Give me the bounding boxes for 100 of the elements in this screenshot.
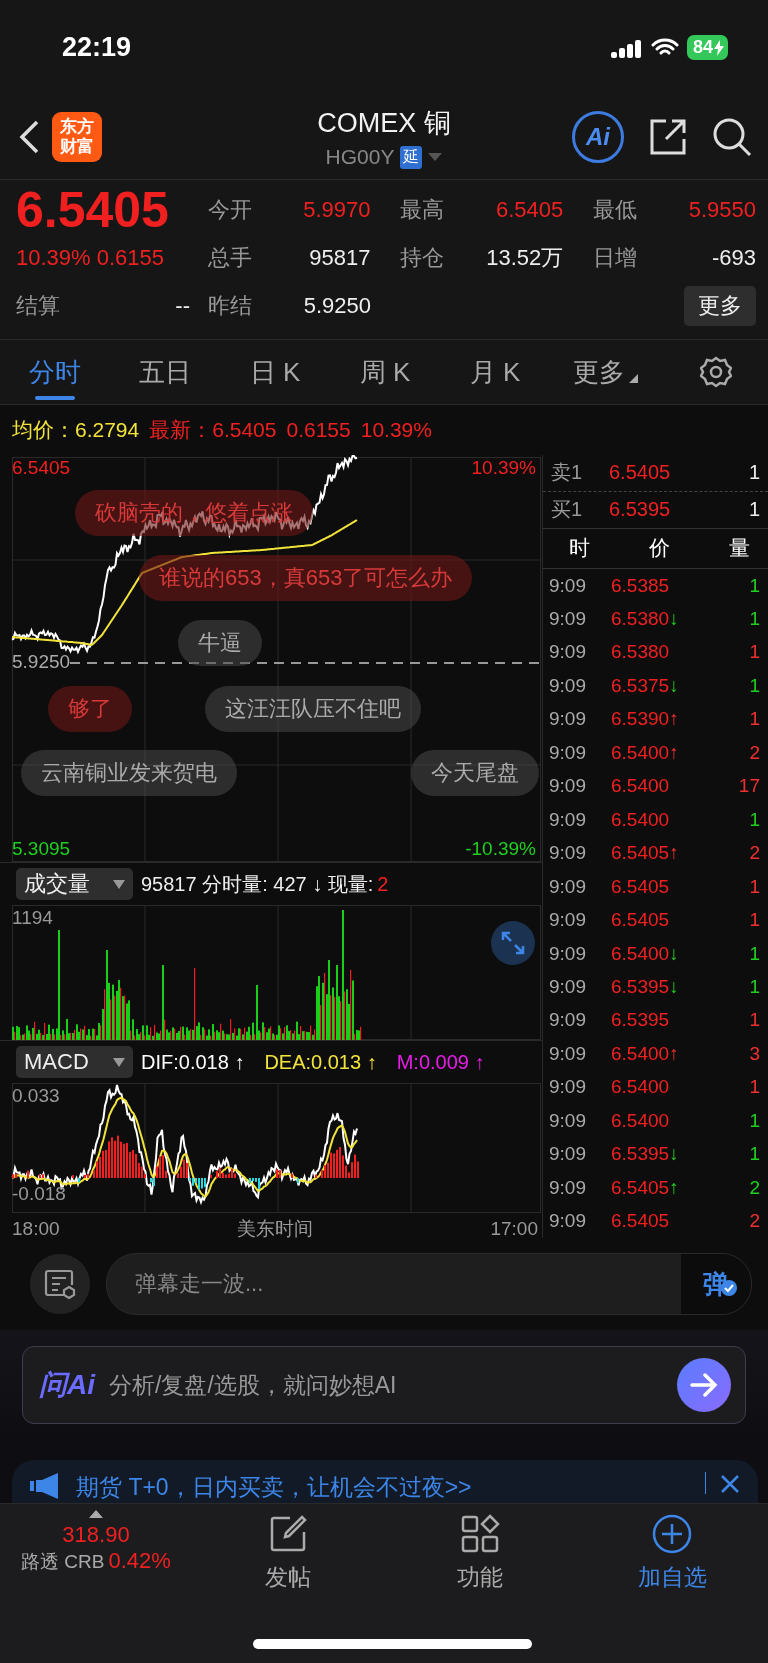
axis-label: 17:00 — [490, 1217, 538, 1240]
book-price: 6.5405 — [609, 461, 671, 485]
trade-price: 6.5405 — [611, 1176, 670, 1199]
trade-volume: 2 — [749, 842, 760, 865]
indicator-dropdown[interactable]: MACD — [16, 1046, 133, 1078]
trade-price: 6.5395 — [611, 1143, 670, 1166]
trade-time: 9:09 — [549, 1076, 587, 1099]
promo-banner[interactable]: 期货 T+0，日内买卖，让机会不过夜>> — [12, 1460, 758, 1503]
trade-time: 9:09 — [549, 574, 587, 597]
axis-label: 0.033 — [12, 1085, 60, 1107]
column-header: 时 — [569, 535, 590, 562]
trade-time: 9:09 — [549, 1009, 587, 1032]
trade-price: 6.5400 — [611, 808, 670, 831]
stat-label: 最高 — [400, 196, 445, 224]
current-volume: 2 — [377, 872, 389, 896]
trade-price: 6.5400 — [611, 741, 670, 764]
book-level: 买1 — [551, 497, 584, 523]
trend-arrow: ↑ — [669, 708, 679, 731]
column-header: 量 — [729, 535, 750, 562]
tab-bar-item[interactable]: 发帖 — [192, 1504, 384, 1663]
trend-arrow: ↑ — [669, 741, 679, 764]
period-tab[interactable]: 日 K — [220, 340, 330, 404]
book-level: 卖1 — [551, 460, 584, 486]
trade-time: 9:09 — [549, 608, 587, 631]
trade-volume: 2 — [749, 1176, 760, 1199]
comment-bubble: 砍脑壳的，悠着点涨 — [75, 490, 313, 536]
book-quantity: 1 — [748, 461, 760, 485]
period-tab[interactable]: 月 K — [440, 340, 550, 404]
tab-bar-item[interactable]: 功能 — [384, 1504, 576, 1663]
delay-badge: 延 — [400, 145, 423, 169]
trade-volume: 2 — [749, 1210, 760, 1233]
trade-price: 6.5400 — [611, 1109, 670, 1132]
trade-time: 9:09 — [549, 808, 587, 831]
trade-volume: 1 — [749, 641, 760, 664]
period-tab[interactable]: 周 K — [330, 340, 440, 404]
axis-label: 5.9250 — [12, 651, 71, 673]
period-tab[interactable]: 五日 — [110, 340, 220, 404]
trade-volume: 1 — [749, 875, 760, 898]
stat-value: 6.5405 — [495, 197, 564, 223]
trade-price: 6.5380 — [611, 641, 670, 664]
tab-bar-item[interactable]: 加自选 — [576, 1504, 768, 1663]
trade-time: 9:09 — [549, 708, 587, 731]
trend-arrow: ↓ — [669, 674, 679, 697]
trade-price: 6.5400 — [611, 1042, 670, 1065]
stat-value: -693 — [711, 245, 756, 271]
book-price: 6.5395 — [609, 498, 671, 522]
trade-volume: 1 — [749, 1076, 760, 1099]
trade-volume: 1 — [749, 1109, 760, 1132]
trend-arrow: ↑ — [669, 1176, 679, 1199]
more-button[interactable]: 更多 — [684, 286, 756, 326]
macd-value: DEA:0.013 ↑ — [264, 1050, 377, 1074]
trade-time: 9:09 — [549, 875, 587, 898]
trade-volume: 1 — [749, 1009, 760, 1032]
trade-volume: 1 — [749, 608, 760, 631]
trade-price: 6.5405 — [611, 909, 670, 932]
trade-price: 6.5390 — [611, 708, 670, 731]
trade-volume: 1 — [749, 976, 760, 998]
ai-placeholder: 分析/复盘/选股，就问妙想AI — [109, 1370, 398, 1400]
trade-time: 9:09 — [549, 942, 587, 965]
trade-volume: 17 — [738, 775, 760, 798]
comment-bubble: 云南铜业发来贺电 — [21, 750, 237, 796]
trade-volume: 1 — [749, 808, 760, 831]
latest-change: 0.6155 — [286, 418, 351, 442]
stat-label: 结算 — [16, 292, 60, 320]
latest-price: 最新：6.5405 — [149, 417, 277, 443]
ai-button[interactable]: Ai — [572, 111, 624, 163]
stat-value: -- — [175, 293, 190, 319]
trade-price: 6.5395 — [611, 1009, 670, 1032]
indicator-dropdown[interactable]: 成交量 — [16, 868, 133, 900]
macd-value: M:0.009 ↑ — [396, 1050, 485, 1074]
trade-price: 6.5400 — [611, 942, 670, 965]
trend-arrow: ↓ — [669, 1143, 679, 1166]
status-time: 22:19 — [62, 32, 132, 63]
axis-label: 1194 — [12, 907, 53, 929]
stat-value: 95817 — [309, 245, 371, 271]
trade-price: 6.5375 — [611, 674, 670, 697]
stat-value: 5.9550 — [688, 197, 756, 223]
trade-time: 9:09 — [549, 976, 587, 998]
axis-label: -0.018 — [12, 1183, 66, 1205]
battery-indicator: 84 — [686, 35, 728, 60]
last-price: 6.5405 — [16, 186, 169, 234]
price-change: 10.39% 0.6155 — [16, 245, 165, 271]
index-ticker[interactable]: 318.90 路透 CRB 0.42% — [0, 1504, 192, 1663]
instrument-code: HG00Y — [325, 145, 395, 169]
trend-arrow: ↑ — [669, 842, 679, 865]
period-tab[interactable]: 分时 — [0, 340, 110, 404]
trade-price: 6.5400 — [611, 775, 670, 798]
comment-bubble: 牛逼 — [178, 620, 262, 666]
trend-arrow: ↓ — [669, 608, 679, 631]
stat-label: 持仓 — [400, 244, 445, 272]
period-tab[interactable]: 更多 — [550, 340, 660, 404]
comment-bubble: 谁说的653，真653了可怎么办 — [139, 555, 473, 601]
ai-ask-field[interactable]: 问Ai 分析/复盘/选股，就问妙想AI — [22, 1346, 746, 1424]
trend-arrow: ↑ — [669, 1042, 679, 1065]
trade-time: 9:09 — [549, 842, 587, 865]
trade-time: 9:09 — [549, 909, 587, 932]
trade-volume: 1 — [749, 708, 760, 731]
stat-label: 今开 — [207, 196, 252, 224]
trade-price: 6.5400 — [611, 1076, 670, 1099]
stat-value: 5.9970 — [303, 197, 371, 223]
